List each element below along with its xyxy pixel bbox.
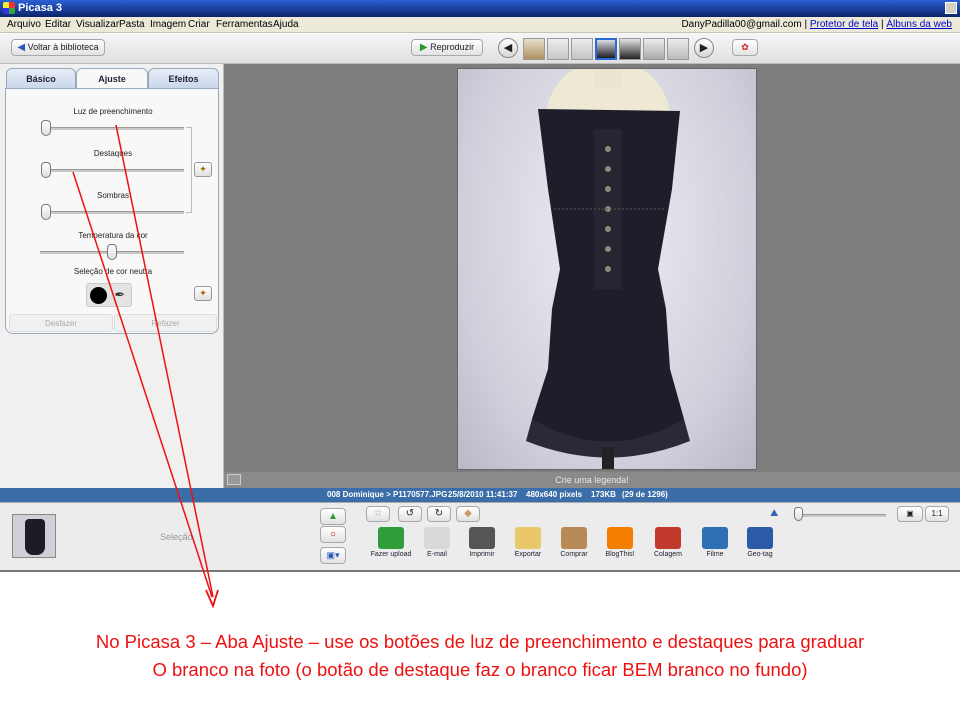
annotation-text: No Picasa 3 – Aba Ajuste – use os botões… [0,628,960,684]
annotation-arrows [72,124,219,609]
annotation-arrow-fill-light [115,124,214,598]
annotation-arrow-highlights [72,171,213,598]
annotation-line-2: O branco na foto (o botão de destaque fa… [152,659,808,680]
annotation-line-1: No Picasa 3 – Aba Ajuste – use os botões… [95,631,865,652]
